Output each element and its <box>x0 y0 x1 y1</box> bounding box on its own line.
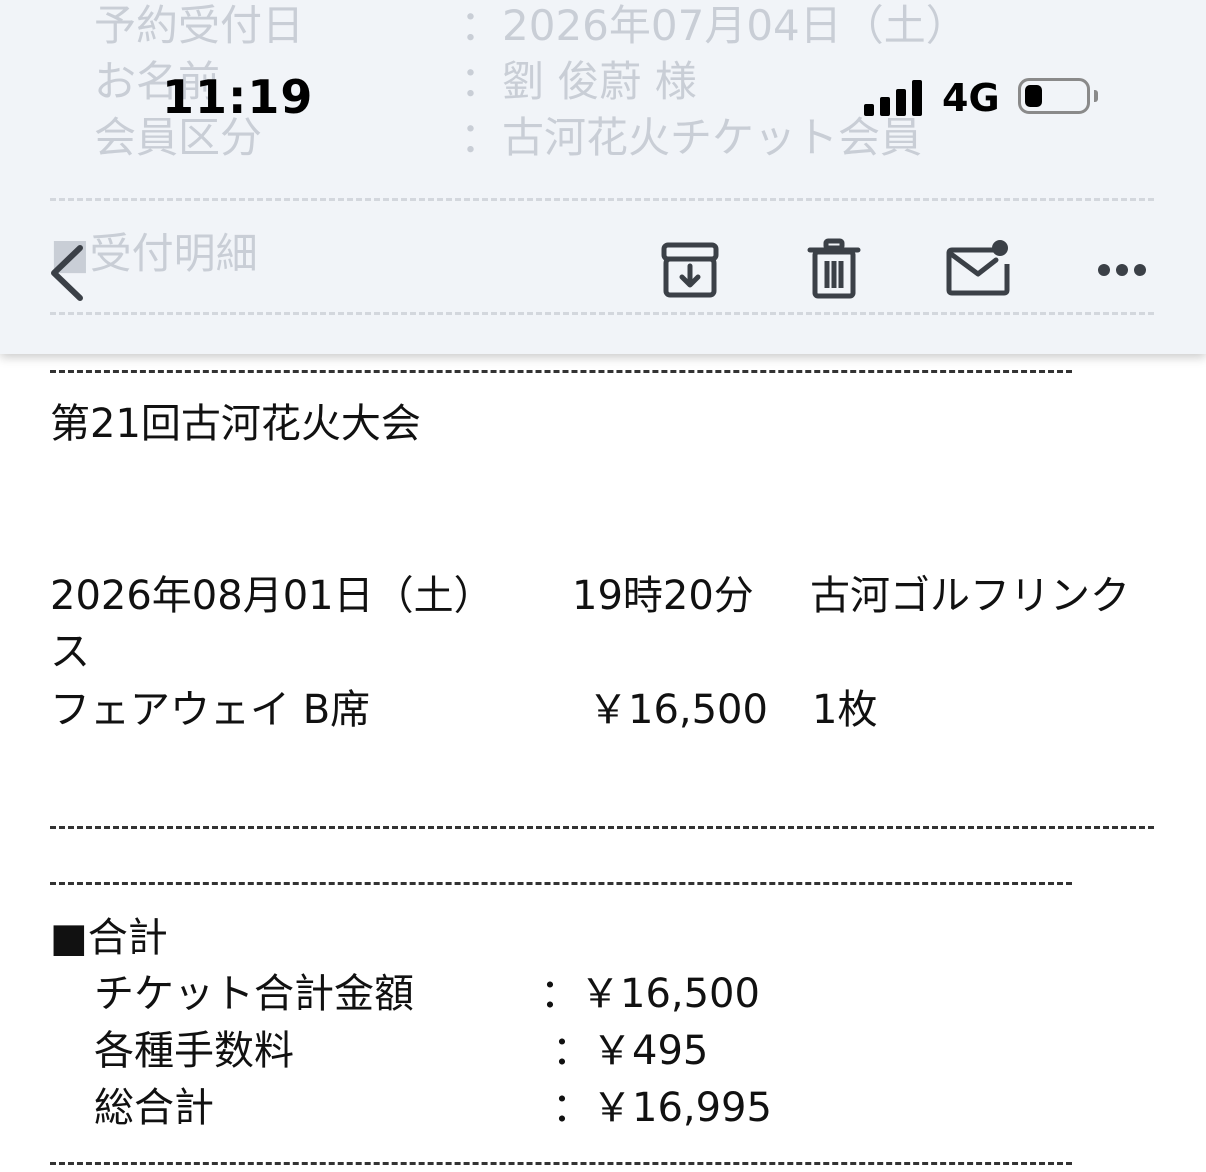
status-time: 11:19 <box>162 70 314 124</box>
ghost-reception-date-value: ：2026年07月04日（土） <box>460 1 968 50</box>
more-button[interactable] <box>1094 256 1150 284</box>
delete-button[interactable] <box>806 238 862 300</box>
archive-button[interactable] <box>660 240 720 300</box>
ghost-reception-date-label: 予約受付日 <box>94 1 305 50</box>
event-time: 19時20分 <box>572 573 754 619</box>
seat-quantity: 1枚 <box>812 687 878 733</box>
back-button[interactable] <box>44 240 92 306</box>
divider <box>50 1162 1072 1165</box>
event-venue-wrap: ス <box>50 629 90 675</box>
divider <box>50 826 1154 829</box>
ticket-total-value: ：￥16,500 <box>540 971 760 1017</box>
event-name: 第21回古河花火大会 <box>50 401 421 447</box>
fee-value: ：￥495 <box>552 1028 709 1074</box>
trash-icon <box>807 238 861 299</box>
seat-price: ￥16,500 <box>588 687 768 733</box>
battery-level <box>1025 85 1042 107</box>
battery-icon <box>1018 78 1090 114</box>
ghost-divider <box>50 198 1154 201</box>
ghost-divider <box>50 312 1154 315</box>
total-heading: ■合計 <box>50 915 168 961</box>
divider <box>50 882 1072 885</box>
back-chevron-icon <box>51 245 83 301</box>
mail-header: 予約受付日 ：2026年07月04日（土） お名前 ：劉 俊蔚 様 会員区分 ：… <box>0 0 1206 354</box>
ghost-member-value: ：古河花火チケット会員 <box>460 113 923 162</box>
more-icon <box>1098 264 1146 276</box>
grand-total-label: 総合計 <box>94 1085 214 1131</box>
ticket-total-label: チケット合計金額 <box>94 971 414 1017</box>
network-type: 4G <box>942 76 1000 120</box>
event-venue: 古河ゴルフリンク <box>810 573 1130 619</box>
mark-unread-button[interactable] <box>944 236 1012 298</box>
cellular-signal-icon <box>864 80 926 116</box>
archive-icon <box>661 242 719 298</box>
seat-type: フェアウェイ B席 <box>50 687 371 733</box>
event-date: 2026年08月01日（土） <box>50 573 494 619</box>
ghost-name-value: ：劉 俊蔚 様 <box>460 57 697 106</box>
fee-label: 各種手数料 <box>94 1028 294 1074</box>
divider <box>50 370 1072 373</box>
grand-total-value: ：￥16,995 <box>552 1085 772 1131</box>
mark-unread-icon <box>946 240 1010 296</box>
battery-tip <box>1094 90 1098 102</box>
